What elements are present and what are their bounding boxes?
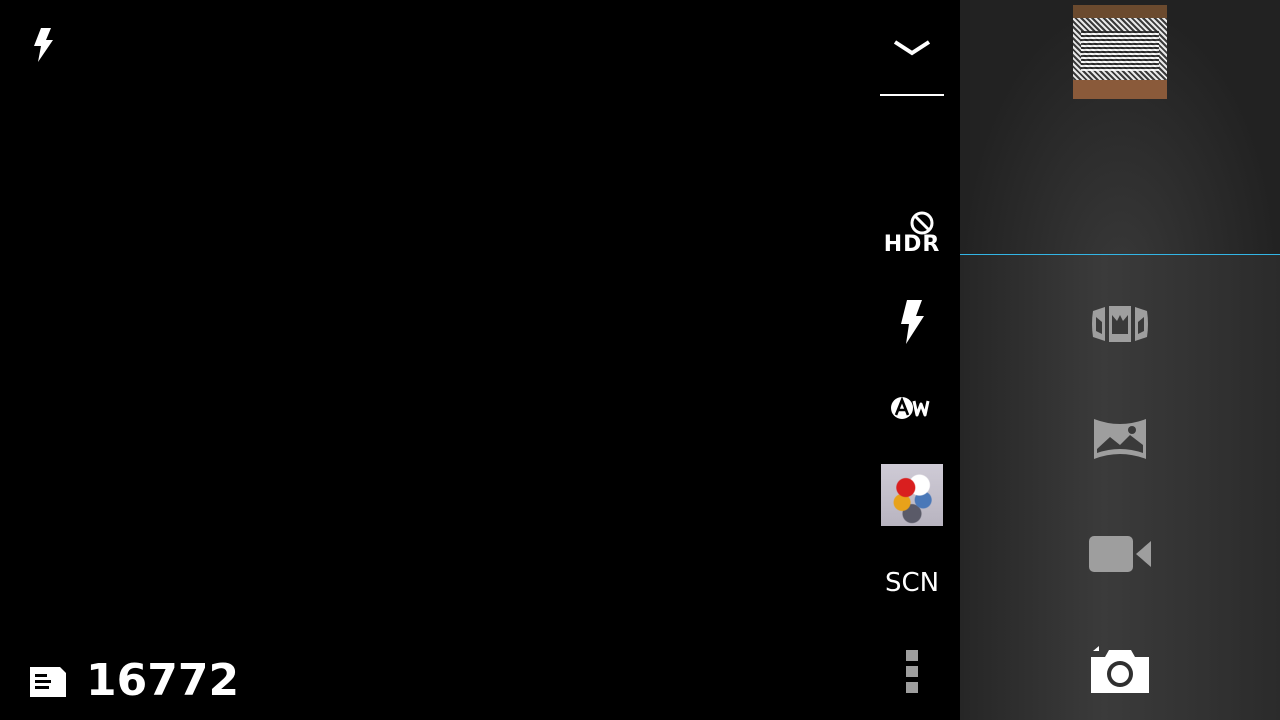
photo-sphere-mode-button[interactable] bbox=[1080, 296, 1160, 352]
collapse-settings-button[interactable] bbox=[880, 20, 944, 76]
camera-viewfinder[interactable] bbox=[0, 0, 960, 720]
remaining-shots-indicator: 16772 bbox=[26, 654, 239, 708]
scene-mode-label: SCN bbox=[884, 568, 940, 598]
panorama-icon bbox=[1094, 419, 1146, 459]
photo-sphere-icon bbox=[1092, 306, 1148, 342]
sd-card-icon bbox=[26, 661, 70, 701]
last-photo-thumbnail[interactable] bbox=[1073, 5, 1167, 99]
chevron-down-icon bbox=[893, 40, 931, 56]
settings-column: HDR SCN bbox=[880, 0, 944, 720]
settings-divider bbox=[880, 94, 944, 96]
gallery-area bbox=[960, 0, 1280, 254]
scene-mode-button[interactable]: SCN bbox=[880, 563, 944, 603]
camera-icon bbox=[1091, 646, 1149, 693]
mode-picker-panel bbox=[960, 0, 1280, 720]
more-options-icon bbox=[906, 650, 918, 693]
auto-white-balance-icon bbox=[891, 396, 930, 419]
white-balance-button[interactable] bbox=[880, 388, 944, 428]
more-options-button[interactable] bbox=[880, 648, 944, 696]
video-mode-button[interactable] bbox=[1080, 530, 1160, 578]
panorama-mode-button[interactable] bbox=[1080, 412, 1160, 466]
hdr-label: HDR bbox=[883, 232, 941, 257]
camera-mode-button[interactable] bbox=[1080, 640, 1160, 700]
flash-mode-button[interactable] bbox=[880, 296, 944, 348]
remaining-shots-count: 16772 bbox=[86, 655, 240, 706]
color-effect-thumbnail bbox=[881, 464, 943, 526]
thumbnail-graffiti-detail bbox=[1081, 31, 1159, 71]
flash-on-icon bbox=[28, 26, 58, 64]
flash-icon bbox=[901, 300, 924, 344]
hdr-toggle-button[interactable]: HDR bbox=[880, 206, 944, 260]
mode-panel-divider bbox=[960, 254, 1280, 255]
color-effect-button[interactable] bbox=[880, 464, 944, 526]
video-camera-icon bbox=[1089, 536, 1151, 572]
